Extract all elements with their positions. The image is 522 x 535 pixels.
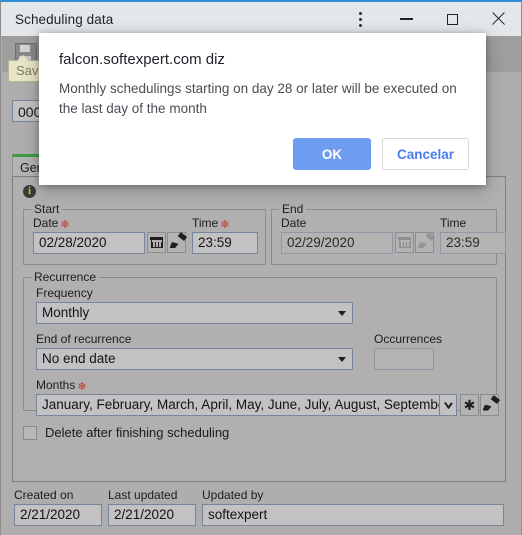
months-label: Months ❄ xyxy=(36,378,87,393)
end-date-clear-button[interactable] xyxy=(415,232,434,253)
info-notice: i xyxy=(23,185,36,198)
window-title: Scheduling data xyxy=(15,11,114,27)
close-button[interactable] xyxy=(475,2,521,36)
record-metadata: Created on 2/21/2020 Last updated 2/21/2… xyxy=(12,488,506,528)
start-date-input[interactable]: 02/28/2020 xyxy=(33,232,145,254)
frequency-label: Frequency xyxy=(36,286,93,300)
required-marker-icon: ❄ xyxy=(60,219,70,231)
general-tab-panel: i Start Date ❄ 02/28/2020 Time ❄ 23:59 E… xyxy=(12,176,506,482)
end-date-calendar-button[interactable] xyxy=(395,232,414,253)
calendar-icon xyxy=(398,236,411,248)
end-time-label: Time xyxy=(440,216,467,230)
calendar-icon xyxy=(150,236,163,248)
minimize-icon xyxy=(399,18,413,20)
asterisk-icon: ✱ xyxy=(463,397,476,413)
recurrence-group: Recurrence Frequency Monthly End of recu… xyxy=(23,270,499,416)
frequency-select[interactable]: Monthly xyxy=(36,302,353,324)
maximize-button[interactable] xyxy=(429,2,475,36)
dialog-origin-text: falcon.softexpert.com diz xyxy=(59,51,225,68)
months-select[interactable]: January, February, March, April, May, Ju… xyxy=(36,394,440,416)
eraser-icon xyxy=(483,399,497,412)
info-icon: i xyxy=(23,185,36,198)
frequency-selected-value: Monthly xyxy=(42,305,90,320)
title-bar: Scheduling data xyxy=(1,2,521,36)
last-updated-value: 2/21/2020 xyxy=(108,504,196,526)
start-date-calendar-button[interactable] xyxy=(147,232,166,253)
start-time-input[interactable]: 23:59 xyxy=(192,232,258,254)
occurrences-label: Occurrences xyxy=(374,332,443,346)
dialog-button-row: OK Cancelar xyxy=(292,138,469,170)
end-of-recurrence-selected-value: No end date xyxy=(42,351,116,366)
dialog-message-text: Monthly schedulings starting on day 28 o… xyxy=(59,81,457,116)
required-marker-icon: ❄ xyxy=(220,219,230,231)
start-date-label: Date ❄ xyxy=(33,216,70,231)
end-time-input[interactable]: 23:59 xyxy=(440,232,506,254)
created-on-label: Created on xyxy=(14,488,74,502)
end-group: End Date 02/29/2020 Time 23:59 xyxy=(271,202,506,265)
start-time-label: Time ❄ xyxy=(192,216,230,231)
dialog-cancel-button[interactable]: Cancelar xyxy=(381,138,469,170)
application-window: Scheduling data Save 000 i Start Date ❄ … xyxy=(0,0,522,535)
dialog-ok-button[interactable]: OK xyxy=(292,138,371,170)
delete-after-scheduling-row[interactable]: Delete after finishing scheduling xyxy=(23,425,229,440)
end-of-recurrence-label: End of recurrence xyxy=(36,332,132,346)
minimize-button[interactable] xyxy=(383,2,429,36)
delete-after-scheduling-label: Delete after finishing scheduling xyxy=(45,425,230,440)
eraser-icon xyxy=(418,236,432,249)
window-menu-button[interactable] xyxy=(337,2,383,36)
months-clear-button[interactable] xyxy=(480,394,499,416)
delete-after-scheduling-checkbox[interactable] xyxy=(23,425,37,440)
start-group-legend: Start xyxy=(31,202,63,216)
chevron-down-icon xyxy=(338,311,346,316)
kebab-menu-icon xyxy=(358,10,362,28)
required-marker-icon: ❄ xyxy=(77,381,87,393)
end-group-legend: End xyxy=(279,202,307,216)
start-group: Start Date ❄ 02/28/2020 Time ❄ 23:59 xyxy=(23,202,266,265)
months-select-all-button[interactable]: ✱ xyxy=(460,394,479,416)
window-controls xyxy=(337,2,521,36)
close-icon xyxy=(491,12,505,26)
chevron-down-icon xyxy=(338,357,346,362)
end-date-label: Date xyxy=(281,216,307,230)
updated-by-label: Updated by xyxy=(202,488,264,502)
start-date-clear-button[interactable] xyxy=(167,232,186,253)
updated-by-value: softexpert xyxy=(202,504,504,526)
browser-alert-dialog: falcon.softexpert.com diz Monthly schedu… xyxy=(39,33,486,185)
recurrence-group-legend: Recurrence xyxy=(31,270,100,284)
occurrences-input[interactable] xyxy=(374,348,434,370)
chevron-down-icon xyxy=(444,401,452,409)
eraser-icon xyxy=(170,236,184,249)
last-updated-label: Last updated xyxy=(108,488,178,502)
months-dropdown-button[interactable] xyxy=(440,394,457,416)
end-of-recurrence-select[interactable]: No end date xyxy=(36,348,353,370)
created-on-value: 2/21/2020 xyxy=(14,504,102,526)
maximize-icon xyxy=(446,13,458,25)
end-date-input[interactable]: 02/29/2020 xyxy=(281,232,393,254)
